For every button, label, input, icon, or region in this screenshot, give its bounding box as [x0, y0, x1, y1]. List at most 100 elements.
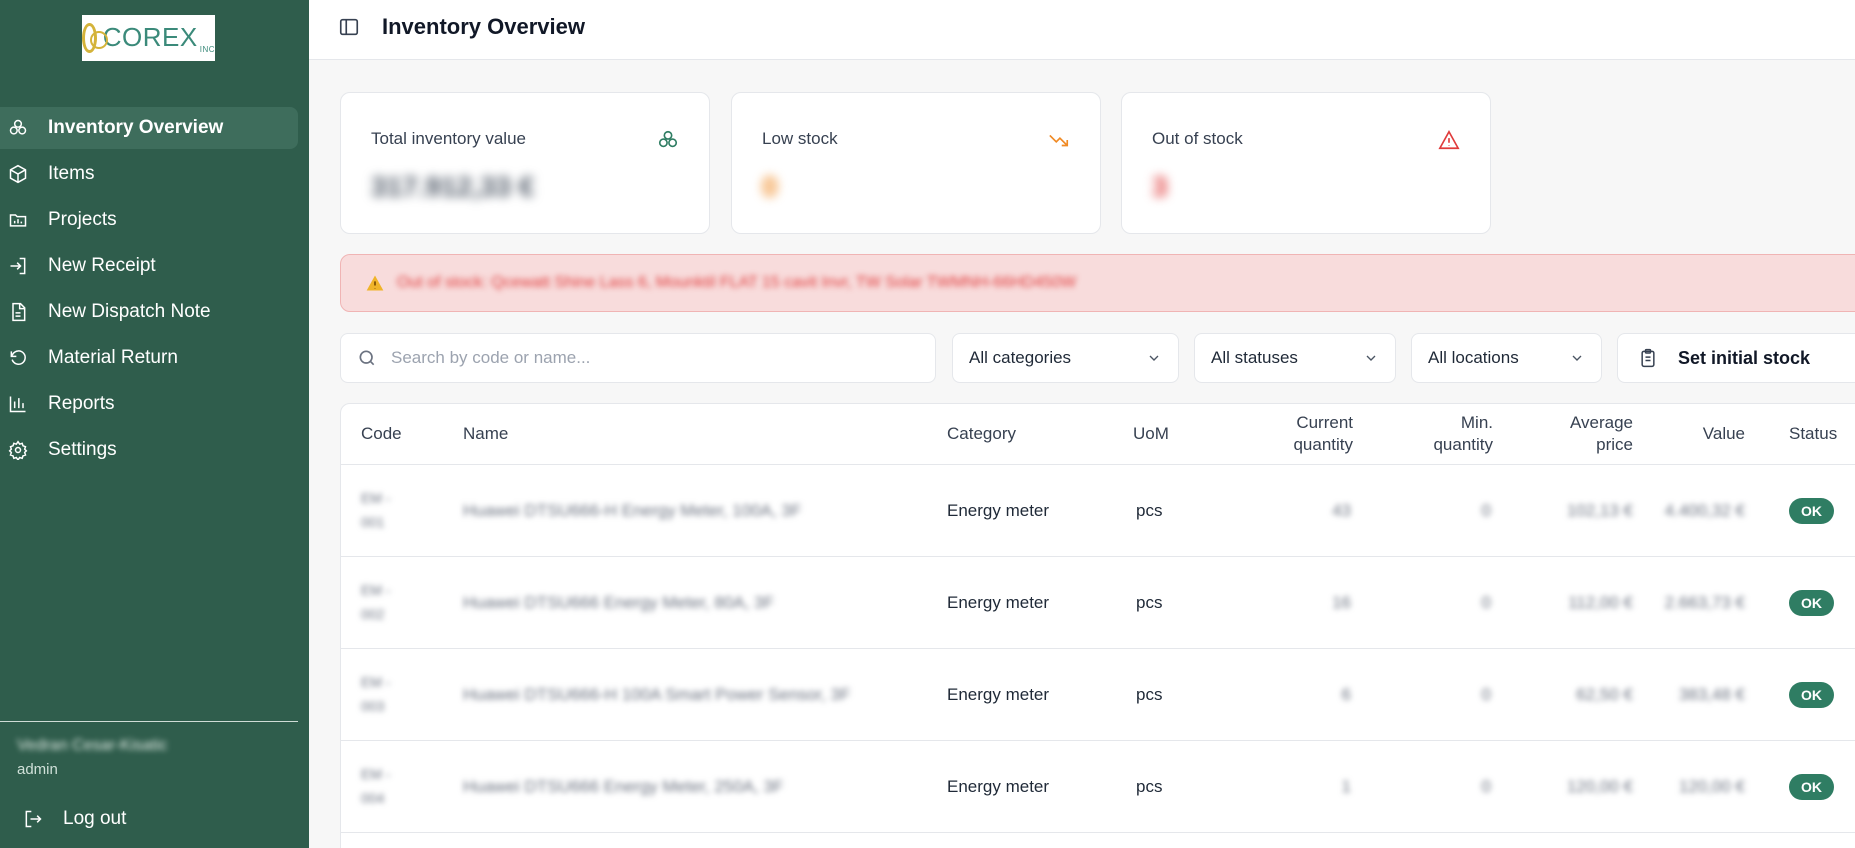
- card-value: 317.912,33 €: [371, 171, 535, 202]
- sidebar-item-label: New Dispatch Note: [48, 301, 211, 322]
- folder-chart-icon: [8, 210, 28, 230]
- top-header: Inventory Overview: [309, 0, 1855, 60]
- user-name: Vedran Cesar-Kisatic: [17, 737, 168, 754]
- sidebar-item-inventory-overview[interactable]: Inventory Overview: [0, 107, 298, 149]
- sidebar-item-material-return[interactable]: Material Return: [0, 337, 298, 379]
- cell-min-quantity: 0: [1481, 777, 1491, 796]
- status-badge: OK: [1789, 557, 1834, 649]
- sidebar-nav: Inventory Overview Items Projects New Re…: [0, 107, 298, 475]
- status-select[interactable]: All statuses: [1194, 333, 1396, 383]
- card-label: Total inventory value: [371, 129, 526, 148]
- page-title: Inventory Overview: [382, 14, 585, 39]
- bar-chart-icon: [8, 394, 28, 414]
- logo-mark-icon: [82, 23, 108, 53]
- cell-value: 120,00 €: [1678, 777, 1745, 796]
- column-header-uom[interactable]: UoM: [1133, 404, 1169, 464]
- card-out-of-stock: Out of stock 3: [1121, 92, 1491, 234]
- cell-name: Huawei DTSU666 Energy Meter, 80A, 3F: [463, 593, 774, 612]
- chevron-down-icon: [1149, 355, 1159, 361]
- alert-triangle-icon: [1438, 129, 1460, 151]
- location-select[interactable]: All locations: [1411, 333, 1602, 383]
- file-icon: [8, 302, 28, 322]
- column-header-category[interactable]: Category: [947, 404, 1016, 464]
- sidebar: COREX INC Inventory Overview Items Projec…: [0, 0, 309, 848]
- cell-min-quantity: 0: [1481, 685, 1491, 704]
- cell-code: EM - 003: [361, 674, 391, 714]
- cell-average-price: 62,50 €: [1576, 685, 1633, 704]
- cell-name: Huawei DTSU666 Energy Meter, 250A, 3F: [463, 777, 784, 796]
- sidebar-item-label: Settings: [48, 439, 117, 460]
- warning-icon: [365, 273, 385, 293]
- sidebar-item-label: Items: [48, 163, 95, 184]
- card-total-inventory-value: Total inventory value 317.912,33 €: [340, 92, 710, 234]
- sidebar-item-projects[interactable]: Projects: [0, 199, 298, 241]
- logout-button[interactable]: Log out: [23, 808, 126, 830]
- chevron-down-icon: [1366, 355, 1376, 361]
- cell-category: Energy meter: [947, 593, 1050, 612]
- search-icon: [359, 350, 375, 366]
- set-initial-stock-button[interactable]: Set initial stock: [1617, 333, 1855, 383]
- card-label: Out of stock: [1152, 129, 1243, 148]
- set-initial-stock-label: Set initial stock: [1678, 347, 1811, 368]
- card-label: Low stock: [762, 129, 838, 148]
- cell-average-price: 102,13 €: [1566, 501, 1633, 520]
- sidebar-item-items[interactable]: Items: [0, 153, 298, 195]
- sidebar-item-reports[interactable]: Reports: [0, 383, 298, 425]
- location-select-value: All locations: [1428, 348, 1519, 367]
- inventory-table: Code Name Category UoM Current quantity …: [340, 403, 1855, 848]
- sidebar-item-settings[interactable]: Settings: [0, 429, 298, 471]
- column-header-code[interactable]: Code: [361, 404, 402, 464]
- out-of-stock-alert: Out of stock: Qcewatt Shine Lass 6, Moun…: [340, 254, 1855, 312]
- table-row[interactable]: EM - 002 Huawei DTSU666 Energy Meter, 80…: [341, 557, 1855, 649]
- column-header-name[interactable]: Name: [463, 404, 508, 464]
- sidebar-item-label: Reports: [48, 393, 115, 414]
- category-select[interactable]: All categories: [952, 333, 1179, 383]
- brand-logo[interactable]: COREX INC: [82, 15, 215, 61]
- chevron-down-icon: [1572, 355, 1582, 361]
- cell-uom: pcs: [1136, 593, 1163, 612]
- cell-uom: pcs: [1136, 777, 1163, 796]
- cell-value: 2.663,73 €: [1664, 593, 1745, 612]
- sidebar-item-new-dispatch-note[interactable]: New Dispatch Note: [0, 291, 298, 333]
- column-header-min-quantity[interactable]: Min. quantity: [1401, 404, 1493, 464]
- status-badge: OK: [1789, 649, 1834, 741]
- cell-uom: pcs: [1136, 501, 1163, 520]
- cell-value: 4.400,32 €: [1664, 501, 1745, 520]
- cell-min-quantity: 0: [1481, 593, 1491, 612]
- column-header-current-quantity[interactable]: Current quantity: [1261, 404, 1353, 464]
- sidebar-item-new-receipt[interactable]: New Receipt: [0, 245, 298, 287]
- card-low-stock: Low stock 0: [731, 92, 1101, 234]
- table-row[interactable]: EM - 001 Huawei DTSU666-H Energy Meter, …: [341, 465, 1855, 557]
- cell-current-quantity: 43: [1332, 501, 1351, 520]
- cell-code: EM - 002: [361, 582, 391, 622]
- cell-name: Huawei DTSU666-H Energy Meter, 100A, 3F: [463, 501, 802, 520]
- sidebar-item-label: Material Return: [48, 347, 178, 368]
- cell-average-price: 112,00 €: [1568, 593, 1633, 612]
- sidebar-toggle-icon[interactable]: [338, 16, 360, 38]
- search-box[interactable]: [340, 333, 936, 383]
- cell-value: 383,48 €: [1678, 685, 1745, 704]
- logout-label: Log out: [63, 808, 127, 829]
- sidebar-item-label: New Receipt: [48, 255, 156, 276]
- status-badge: OK: [1789, 465, 1834, 557]
- column-header-value[interactable]: Value: [1661, 404, 1745, 464]
- table-row[interactable]: EM - 003 Huawei DTSU666-H 100A Smart Pow…: [341, 649, 1855, 741]
- column-header-status[interactable]: Status: [1789, 404, 1837, 464]
- cell-uom: pcs: [1136, 685, 1163, 704]
- boxes-icon: [8, 118, 28, 138]
- cell-name: Huawei DTSU666-H 100A Smart Power Sensor…: [463, 685, 851, 704]
- table-row[interactable]: EM - 004 Huawei DTSU666 Energy Meter, 25…: [341, 741, 1855, 833]
- column-header-average-price[interactable]: Average price: [1541, 404, 1633, 464]
- cell-current-quantity: 1: [1341, 777, 1351, 796]
- status-select-value: All statuses: [1211, 348, 1298, 367]
- search-input[interactable]: [391, 348, 911, 368]
- category-select-value: All categories: [969, 348, 1072, 367]
- cell-min-quantity: 0: [1481, 501, 1491, 520]
- sidebar-divider: [0, 721, 298, 722]
- alert-text: Out of stock: Qcewatt Shine Lass 6, Moun…: [397, 274, 1077, 291]
- cell-code: EM - 004: [361, 766, 391, 806]
- gear-icon: [8, 440, 28, 460]
- clipboard-icon: [1641, 348, 1655, 368]
- boxes-icon: [657, 129, 679, 151]
- cell-current-quantity: 6: [1341, 685, 1351, 704]
